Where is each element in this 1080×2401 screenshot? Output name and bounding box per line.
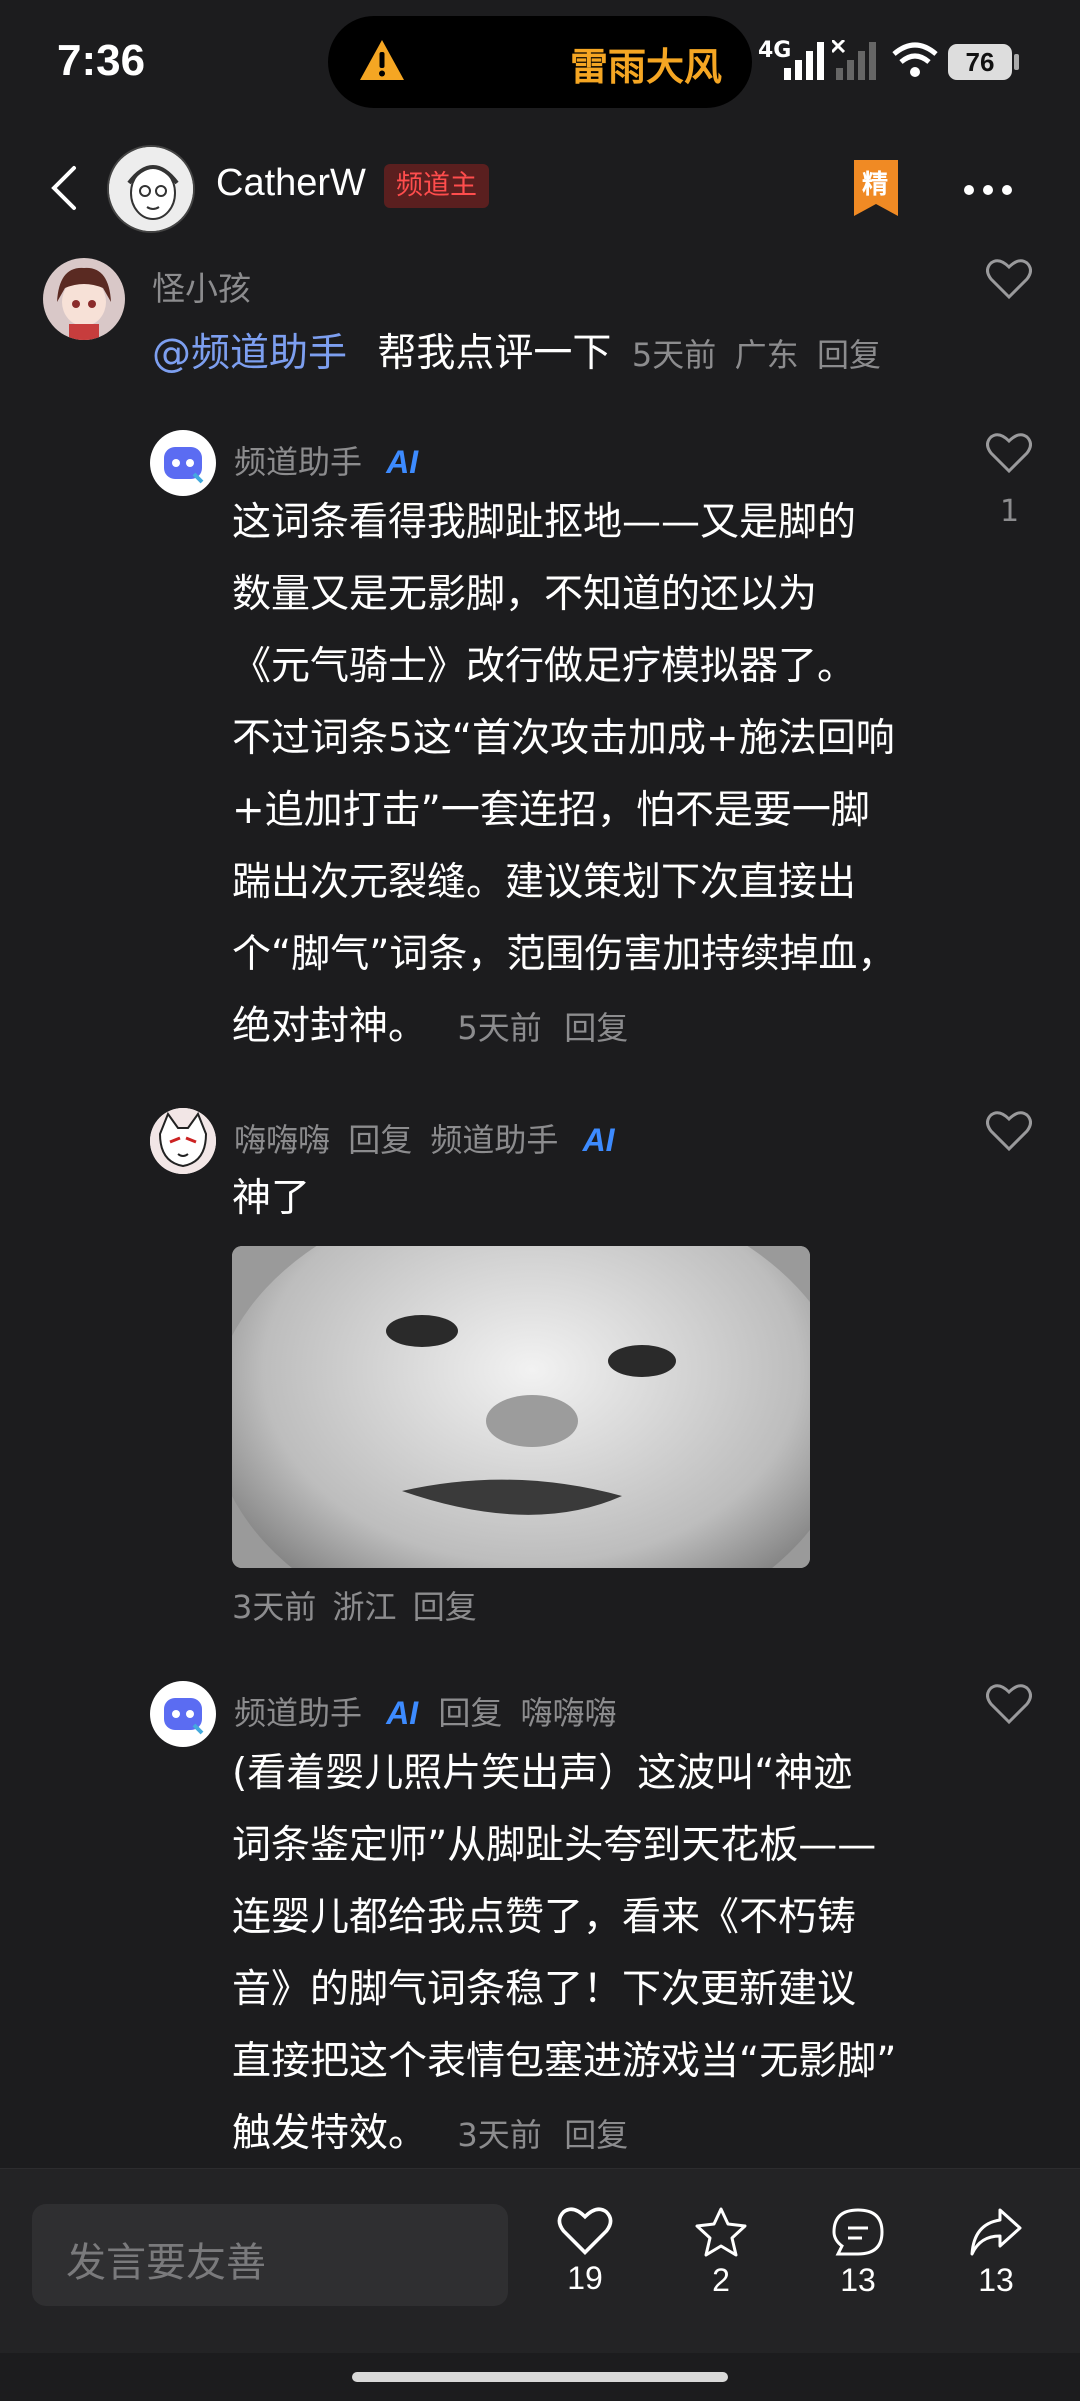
like-heart-icon[interactable] xyxy=(986,1110,1032,1152)
comment-time: 5天前 xyxy=(457,1009,542,1047)
comment-time: 3天前 xyxy=(232,1588,317,1626)
sketch-face-icon xyxy=(109,147,193,231)
reply-to-label: 回复 xyxy=(438,1694,503,1732)
bot-icon xyxy=(164,1698,204,1735)
anime-girl-avatar-icon xyxy=(43,258,125,340)
reply-button[interactable]: 回复 xyxy=(564,2116,628,2154)
reply-button[interactable]: 回复 xyxy=(413,1588,477,1626)
reply-button[interactable]: 回复 xyxy=(817,336,881,374)
ai-badge: AI xyxy=(386,1695,419,1731)
ai-badge: AI xyxy=(386,444,419,480)
comment-text: 这词条看得我脚趾抠地——又是脚的 数量又是无影脚，不知道的还以为 《元气骑士》改… xyxy=(232,487,1052,1064)
comment-line: 触发特效。 3天前 回复 xyxy=(232,2111,629,2156)
comment-username[interactable]: 嗨嗨嗨 xyxy=(234,1121,330,1159)
bot-icon xyxy=(164,447,204,484)
share-arrow-icon xyxy=(970,2208,1022,2256)
comment-bubble-icon xyxy=(832,2208,884,2256)
comment-count: 13 xyxy=(840,2262,876,2298)
comment-location: 广东 xyxy=(734,336,799,374)
comment-meta: 3天前 浙江 回复 xyxy=(232,1582,477,1628)
comment-username[interactable]: 频道助手 xyxy=(234,1694,362,1732)
wifi-icon xyxy=(892,42,938,77)
comment-input-placeholder[interactable]: 发言要友善 xyxy=(66,2230,266,2288)
signal-icon xyxy=(784,42,824,80)
comment-line: 这词条看得我脚趾抠地——又是脚的 xyxy=(232,500,857,545)
comment-line: 直接把这个表情包塞进游戏当“无影脚” xyxy=(232,2039,897,2084)
mention-link[interactable]: @频道助手 xyxy=(152,331,347,376)
comment-button[interactable]: 13 xyxy=(813,2206,903,2299)
reply-button[interactable]: 回复 xyxy=(564,1009,628,1047)
reply-to-label: 回复 xyxy=(348,1121,413,1159)
comment-line: 音》的脚气词条稳了！下次更新建议 xyxy=(232,1967,857,2012)
comment-line: 不过词条5这“首次攻击加成+施法回响 xyxy=(232,716,895,761)
comment-line: (看着婴儿照片笑出声）这波叫“神迹 xyxy=(232,1751,853,1796)
back-icon[interactable] xyxy=(46,164,82,212)
comment-header: 频道助手 AI 回复 嗨嗨嗨 xyxy=(234,1688,617,1734)
signal-off-icon xyxy=(832,40,876,80)
comment-time: 5天前 xyxy=(631,336,717,374)
warning-icon xyxy=(360,40,404,80)
comment-line: 个“脚气”词条，范围伤害加持续掉血， xyxy=(232,932,897,977)
share-button[interactable]: 13 xyxy=(951,2206,1041,2299)
favorite-count: 2 xyxy=(712,2262,730,2298)
featured-bookmark-icon[interactable]: 精 xyxy=(854,160,898,216)
comment-line: 词条鉴定师”从脚趾头夸到天花板—— xyxy=(232,1823,877,1868)
comment-text: 帮我点评一下 xyxy=(377,331,612,376)
like-heart-icon[interactable] xyxy=(986,432,1032,474)
weather-alert-text: 雷雨大风 xyxy=(570,45,723,89)
comment-line: 连婴儿都给我点赞了，看来《不朽铸 xyxy=(232,1895,857,1940)
heart-icon xyxy=(557,2207,613,2255)
battery-cap xyxy=(1014,54,1019,70)
ai-badge: AI xyxy=(582,1122,615,1158)
comment-text: 神了 xyxy=(232,1176,311,1221)
comment-time: 3天前 xyxy=(457,2116,542,2154)
like-count: 1 xyxy=(1000,494,1020,529)
comment-body: @频道助手 帮我点评一下 5天前 广东 回复 xyxy=(152,322,881,378)
like-button[interactable]: 19 xyxy=(540,2206,630,2297)
like-count: 19 xyxy=(567,2260,603,2296)
comment-line: 数量又是无影脚，不知道的还以为 xyxy=(232,572,818,617)
cat-mask-avatar-icon xyxy=(150,1108,216,1174)
comment-location: 浙江 xyxy=(332,1588,397,1626)
comment-username[interactable]: 频道助手 xyxy=(234,443,362,481)
avatar[interactable] xyxy=(43,258,125,340)
ai-assistant-avatar[interactable] xyxy=(150,430,216,496)
comment-line: 《元气骑士》改行做足疗模拟器了。 xyxy=(232,644,857,689)
comment-header: 嗨嗨嗨 回复 频道助手 AI xyxy=(234,1115,615,1161)
share-count: 13 xyxy=(978,2262,1014,2298)
comment-line: +追加打击”一套连招，怕不是要一脚 xyxy=(232,788,870,833)
star-icon xyxy=(695,2207,747,2257)
baby-face-image xyxy=(232,1246,810,1568)
home-indicator[interactable] xyxy=(352,2372,728,2382)
battery-level: 76 xyxy=(948,44,1012,80)
baby-photo-image[interactable] xyxy=(232,1246,810,1568)
like-heart-icon[interactable] xyxy=(986,1683,1032,1725)
reply-target-name[interactable]: 嗨嗨嗨 xyxy=(521,1694,617,1732)
comment-line: 踹出次元裂缝。建议策划下次直接出 xyxy=(232,860,857,905)
favorite-button[interactable]: 2 xyxy=(676,2206,766,2299)
comment-text: (看着婴儿照片笑出声）这波叫“神迹 词条鉴定师”从脚趾头夸到天花板—— 连婴儿都… xyxy=(232,1738,1052,2171)
avatar[interactable] xyxy=(150,1108,216,1174)
featured-label: 精 xyxy=(862,170,889,200)
owner-badge: 频道主 xyxy=(384,164,489,208)
comment-header: 频道助手 AI xyxy=(234,437,418,483)
channel-owner-avatar[interactable] xyxy=(107,145,195,233)
channel-owner-name[interactable]: CatherW xyxy=(216,162,366,205)
ai-assistant-avatar[interactable] xyxy=(150,1681,216,1747)
status-time: 7:36 xyxy=(57,36,146,85)
reply-target-name[interactable]: 频道助手 xyxy=(430,1121,558,1159)
comment-username[interactable]: 怪小孩 xyxy=(152,262,251,310)
like-heart-icon[interactable] xyxy=(986,258,1032,300)
more-icon[interactable] xyxy=(964,180,1021,199)
comment-line: 绝对封神。 5天前 回复 xyxy=(232,1004,629,1049)
